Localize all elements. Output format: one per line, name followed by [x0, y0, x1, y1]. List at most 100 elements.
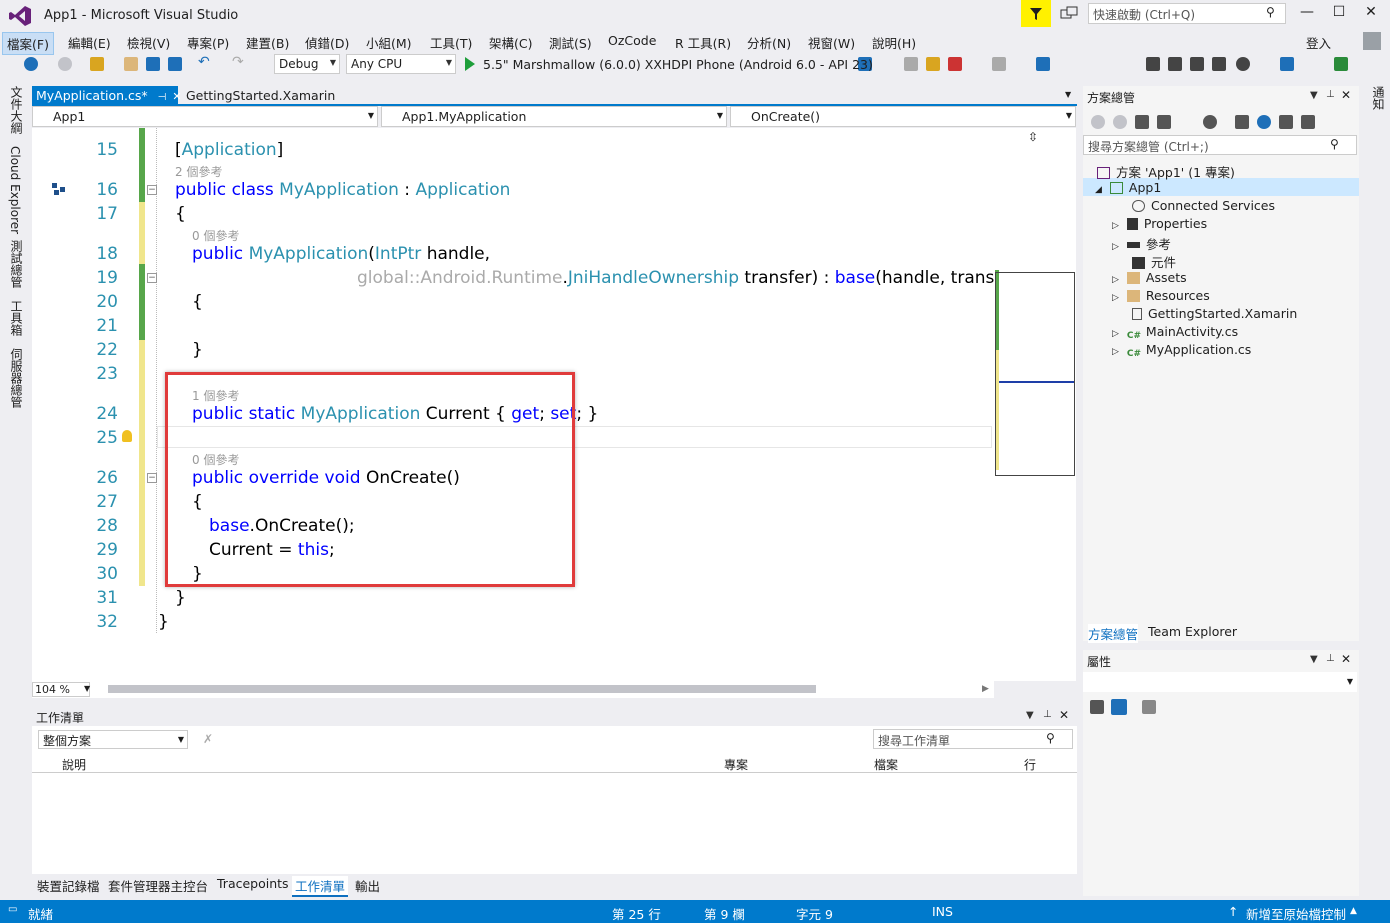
- panel-menu-icon[interactable]: ▼: [1310, 90, 1318, 101]
- tree-item-solution[interactable]: 方案 'App1' (1 專案): [1097, 162, 1235, 181]
- lightbulb-icon[interactable]: [122, 430, 132, 442]
- tab-gettingstarted[interactable]: GettingStarted.Xamarin: [184, 86, 337, 105]
- close-icon[interactable]: ✕: [1341, 88, 1351, 102]
- menu-test[interactable]: 測試(S): [549, 33, 592, 52]
- tab-package-manager-console[interactable]: 套件管理器主控台: [108, 876, 208, 895]
- redo-icon[interactable]: ↷: [232, 54, 246, 70]
- tab-team-explorer[interactable]: Team Explorer: [1148, 624, 1237, 639]
- minimap-viewport[interactable]: [995, 272, 1075, 476]
- device-log-icon[interactable]: [948, 57, 962, 71]
- tab-list-dropdown-icon[interactable]: ▼: [1065, 90, 1071, 99]
- emulator-icon[interactable]: [1036, 57, 1050, 71]
- close-icon[interactable]: ✕: [172, 90, 181, 103]
- run-icon[interactable]: [465, 57, 475, 71]
- tab-solution-explorer[interactable]: 方案總管: [1088, 624, 1139, 643]
- breakpoint-icon[interactable]: [904, 57, 918, 71]
- tab-output[interactable]: 輸出: [355, 876, 380, 895]
- camera-icon[interactable]: [992, 57, 1006, 71]
- forward-icon[interactable]: [58, 57, 72, 71]
- tree-item-mainactivity[interactable]: ▷ C# MainActivity.cs: [1112, 324, 1238, 343]
- format-icon[interactable]: [1334, 57, 1348, 71]
- fold-toggle[interactable]: −: [147, 185, 157, 195]
- tree-item-gettingstarted[interactable]: GettingStarted.Xamarin: [1132, 306, 1297, 321]
- menu-ozcode[interactable]: OzCode: [608, 33, 656, 48]
- deploy-icon[interactable]: [1146, 57, 1160, 71]
- notification-filter-icon[interactable]: [1021, 0, 1051, 27]
- menu-build[interactable]: 建置(B): [246, 33, 289, 52]
- fold-toggle[interactable]: −: [147, 473, 157, 483]
- rail-tab-server-explorer[interactable]: 伺服器總管: [8, 348, 25, 408]
- menu-help[interactable]: 說明(H): [872, 33, 916, 52]
- split-editor-icon[interactable]: ⇳: [1028, 130, 1038, 144]
- type-nav-select[interactable]: App1.MyApplication ▼: [381, 106, 727, 127]
- layout-icon[interactable]: [1212, 57, 1226, 71]
- tab-task-list[interactable]: 工作清單: [292, 876, 349, 897]
- close-icon[interactable]: ✕: [1341, 652, 1351, 666]
- scrollbar-thumb[interactable]: [108, 685, 816, 693]
- expand-arrow-icon[interactable]: ▷: [1112, 275, 1119, 285]
- terminal-icon[interactable]: [1190, 57, 1204, 71]
- close-button[interactable]: ✕: [1357, 4, 1385, 24]
- collapse-all-icon[interactable]: [1279, 115, 1293, 129]
- switch-views-icon[interactable]: [1157, 115, 1171, 129]
- maximize-button[interactable]: ☐: [1325, 4, 1353, 24]
- minimize-button[interactable]: —: [1293, 4, 1321, 24]
- tree-item-connected-services[interactable]: Connected Services: [1132, 198, 1275, 213]
- forward-icon[interactable]: [1113, 115, 1127, 129]
- menu-window[interactable]: 視窗(W): [808, 33, 855, 52]
- menu-tools[interactable]: 工具(T): [430, 33, 472, 52]
- home-icon[interactable]: [1135, 115, 1149, 129]
- alphabetical-icon[interactable]: [1111, 699, 1127, 715]
- zoom-select[interactable]: 104 %: [32, 682, 90, 697]
- chevron-up-icon[interactable]: ▲: [1350, 906, 1357, 916]
- scroll-right-icon[interactable]: ▶: [982, 684, 989, 694]
- run-target-button[interactable]: 5.5" Marshmallow (6.0.0) XXHDPI Phone (A…: [483, 57, 873, 72]
- expand-arrow-icon[interactable]: ▷: [1112, 293, 1119, 303]
- panel-menu-icon[interactable]: ▼: [1310, 654, 1318, 665]
- project-nav-select[interactable]: App1 ▼: [32, 106, 378, 127]
- pin-icon[interactable]: ⊣: [158, 92, 167, 103]
- show-all-files-icon[interactable]: [1301, 115, 1315, 129]
- configuration-select[interactable]: Debug ▼: [274, 54, 340, 74]
- save-icon[interactable]: [146, 57, 160, 71]
- menu-view[interactable]: 檢視(V): [127, 33, 170, 52]
- back-icon[interactable]: [1091, 115, 1105, 129]
- column-description[interactable]: 說明: [62, 756, 86, 773]
- menu-analyze[interactable]: 分析(N): [747, 33, 791, 52]
- close-icon[interactable]: ✕: [1059, 708, 1069, 722]
- menu-edit[interactable]: 編輯(E): [68, 33, 111, 52]
- quick-launch-input[interactable]: 快速啟動 (Ctrl+Q): [1088, 3, 1286, 24]
- property-pages-icon[interactable]: [1142, 700, 1156, 714]
- tree-item-resources[interactable]: ▷ Resources: [1112, 288, 1210, 303]
- settings-icon[interactable]: [1236, 57, 1250, 71]
- expand-arrow-icon[interactable]: ▷: [1112, 347, 1119, 357]
- rail-tab-toolbox[interactable]: 工具箱: [8, 300, 25, 336]
- tab-device-log[interactable]: 裝置記錄檔: [37, 876, 100, 895]
- expand-arrow-icon[interactable]: ◢: [1095, 185, 1102, 195]
- back-icon[interactable]: [24, 57, 38, 71]
- tree-item-components[interactable]: 元件: [1132, 252, 1176, 271]
- task-scope-select[interactable]: 整個方案 ▼: [38, 730, 188, 749]
- menu-debug[interactable]: 偵錯(D): [305, 33, 349, 52]
- properties-object-select[interactable]: ▼: [1083, 672, 1357, 692]
- clear-filter-icon[interactable]: ✗: [203, 732, 213, 746]
- column-line[interactable]: 行: [1024, 756, 1036, 773]
- codelens-references[interactable]: 0 個參考: [192, 227, 239, 244]
- solution-search-input[interactable]: 搜尋方案總管 (Ctrl+;): [1083, 135, 1357, 155]
- comment-icon[interactable]: [1280, 57, 1294, 71]
- column-file[interactable]: 檔案: [874, 756, 898, 773]
- tab-myapplication[interactable]: MyApplication.cs* ⊣ ✕: [32, 86, 182, 105]
- tree-item-properties[interactable]: ▷ Properties: [1112, 216, 1207, 231]
- refresh-icon[interactable]: [1257, 115, 1271, 129]
- tab-tracepoints[interactable]: Tracepoints: [217, 876, 289, 891]
- fold-toggle[interactable]: −: [147, 273, 157, 283]
- member-nav-select[interactable]: OnCreate() ▼: [730, 106, 1076, 127]
- expand-arrow-icon[interactable]: ▷: [1112, 221, 1119, 231]
- rail-tab-cloud-explorer[interactable]: Cloud Explorer: [8, 146, 22, 234]
- menu-project[interactable]: 專案(P): [187, 33, 229, 52]
- expand-arrow-icon[interactable]: ▷: [1112, 242, 1119, 252]
- column-project[interactable]: 專案: [724, 756, 748, 773]
- task-search-input[interactable]: 搜尋工作清單: [873, 729, 1073, 749]
- pending-changes-icon[interactable]: [1203, 115, 1217, 129]
- pin-icon[interactable]: ⊥: [1326, 89, 1335, 100]
